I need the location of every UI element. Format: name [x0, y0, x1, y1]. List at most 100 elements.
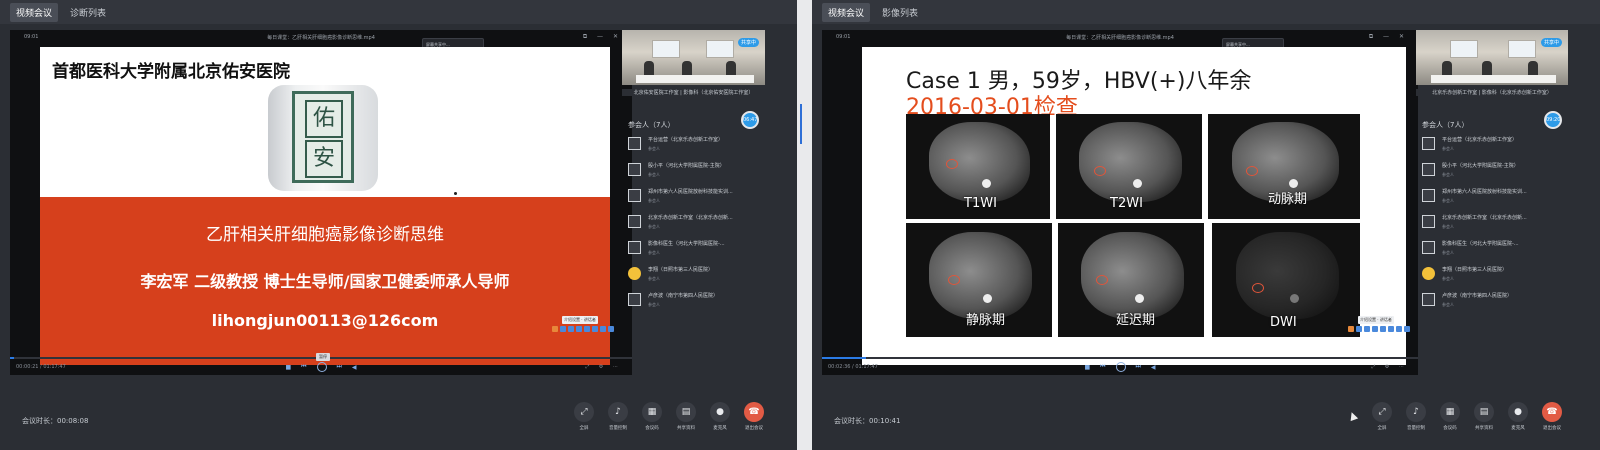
tool-icon[interactable]	[1404, 326, 1410, 332]
lesion-marker	[948, 275, 960, 285]
speaker-toolbar[interactable]	[552, 326, 614, 333]
tool-icon[interactable]	[1356, 326, 1362, 332]
participant-item[interactable]: 平台运营（北京乐赤创新工作室） 参会人	[626, 134, 765, 160]
leave-meeting-button[interactable]: ☎ 退出会议	[1540, 402, 1564, 431]
player-window-icons[interactable]: ⧉ — ✕	[1369, 33, 1408, 41]
avatar	[1422, 189, 1435, 202]
tool-icon[interactable]	[584, 326, 590, 332]
participant-item[interactable]: 平台运营（北京乐赤创新工作室） 参会人	[1420, 134, 1568, 160]
camera-window	[652, 40, 680, 58]
tool-icon[interactable]	[1364, 326, 1370, 332]
camera-feed[interactable]: 共享中 北京佑安医院工作室 | 影像科（北京佑安医院工作室）	[622, 30, 765, 96]
volume-button[interactable]: ♪ 音量控制	[1404, 402, 1428, 431]
fullscreen-button[interactable]: ⤢ 全屏	[1370, 402, 1394, 431]
tab-video-meeting[interactable]: 视频会议	[10, 2, 59, 22]
tool-icon[interactable]	[600, 326, 606, 332]
participant-item[interactable]: 影像科医生（河北大学附属医院-... 参会人	[1420, 238, 1568, 264]
avatar	[628, 163, 641, 176]
participant-item[interactable]: 郑州市第六人民医院放射科技能实训... 参会人	[626, 186, 765, 212]
meeting-toolbar: 会议时长：00:08:08 ⤢ 全屏 ♪ 音量控制 ▦ 会议码 ▤ 共享资料 ● 麦克风 …	[0, 388, 797, 450]
shared-screen-player[interactable]: 09:01 每日课堂：乙肝相关肝细胞癌影像诊断思维.mp4 ⧉ — ✕ 屏幕共享…	[10, 30, 632, 375]
slide-title: 乙肝相关肝细胞癌影像诊断思维	[206, 225, 444, 245]
stop-icon[interactable]: ■	[1084, 364, 1090, 371]
button-label: 共享资料	[677, 426, 695, 431]
participant-item[interactable]: 卢彦波（南宁市第四人民医院） 参会人	[626, 290, 765, 316]
share-material-button[interactable]: ▤ 共享资料	[1472, 402, 1496, 431]
volume-button[interactable]: ♪ 音量控制	[606, 402, 630, 431]
microphone-button[interactable]: ● 麦克风	[708, 402, 732, 431]
tool-icon[interactable]	[592, 326, 598, 332]
tab-diagnosis-list[interactable]: 诊断列表	[64, 3, 112, 22]
meeting-buttons: ⤢ 全屏 ♪ 音量控制 ▦ 会议码 ▤ 共享资料 ● 麦克风 ☎ 退出会议	[1370, 402, 1564, 431]
participant-item[interactable]: 殷小平（河北大学附属医院-主院） 参会人	[1420, 160, 1568, 186]
participant-name: 影像科医生（河北大学附属医院-...	[1442, 241, 1519, 247]
mri-scan: T1WI	[906, 114, 1050, 219]
fullscreen-button[interactable]: ⤢ 全屏	[572, 402, 596, 431]
tab-image-list[interactable]: 影像列表	[876, 3, 924, 22]
share-material-button[interactable]: ▤ 共享资料	[674, 402, 698, 431]
tool-icon[interactable]	[1388, 326, 1394, 332]
seal-char-1: 佑	[305, 100, 343, 138]
tool-icon[interactable]	[608, 326, 614, 332]
participant-item[interactable]: 北京乐赤创新工作室（北京乐赤创新... 参会人	[1420, 212, 1568, 238]
seal-inner: 佑 安	[292, 91, 354, 183]
button-label: 退出会议	[1543, 426, 1561, 431]
speaker-setting-label[interactable]: 介绍设置 · 讲话者	[562, 316, 598, 324]
player-extra-icons[interactable]: ⤢ ⚙ ⋯	[585, 364, 622, 370]
stop-icon[interactable]: ■	[285, 364, 291, 371]
participant-item[interactable]: 卢彦波（南宁市第四人民医院） 参会人	[1420, 290, 1568, 316]
participant-item[interactable]: 殷小平（河北大学附属医院-主院） 参会人	[626, 160, 765, 186]
microphone-button[interactable]: ● 麦克风	[1506, 402, 1530, 431]
camera-feed[interactable]: 共享中 北京乐赤创新工作室 | 影像科（北京乐赤创新工作室）	[1416, 30, 1568, 96]
participant-item[interactable]: 李翔（日照市第三人民医院） 参会人	[1420, 264, 1568, 290]
participant-item[interactable]: 李翔（日照市第三人民医院） 参会人	[626, 264, 765, 290]
tool-icon[interactable]	[576, 326, 582, 332]
participant-item[interactable]: 郑州市第六人民医院放射科技能实训... 参会人	[1420, 186, 1568, 212]
next-icon[interactable]: ⏭	[337, 363, 342, 371]
tab-video-meeting[interactable]: 视频会议	[822, 2, 871, 22]
participant-role: 参会人	[1442, 198, 1454, 203]
prev-icon[interactable]: ⏮	[301, 363, 306, 371]
participant-role: 参会人	[648, 224, 660, 229]
player-title: 每日课堂：乙肝相关肝细胞癌影像诊断思维.mp4	[1066, 35, 1174, 41]
time-badge: 09:20	[1544, 111, 1562, 129]
sharing-badge: 共享中	[737, 38, 759, 47]
tool-icon[interactable]	[552, 326, 558, 332]
play-pause-button[interactable]	[1115, 362, 1126, 372]
speaker-setting-label[interactable]: 介绍设置 · 讲话者	[1358, 316, 1394, 324]
camera-window	[706, 40, 734, 58]
meeting-code-button[interactable]: ▦ 会议码	[640, 402, 664, 431]
player-extra-icons[interactable]: ⤢ ⚙ ⋯	[1371, 364, 1408, 370]
microphone-icon: ●	[1508, 402, 1528, 422]
play-pause-button[interactable]	[316, 362, 327, 372]
participant-list: 平台运营（北京乐赤创新工作室） 参会人 殷小平（河北大学附属医院-主院） 参会人 郑…	[626, 134, 765, 316]
participant-panel: 共享中 北京佑安医院工作室 | 影像科（北京佑安医院工作室） 06:47 参会人…	[622, 30, 765, 330]
button-label: 全屏	[1377, 426, 1387, 431]
tool-icon[interactable]	[1380, 326, 1386, 332]
next-icon[interactable]: ⏭	[1136, 363, 1141, 371]
tool-icon[interactable]	[1372, 326, 1378, 332]
speaker-toolbar[interactable]	[1348, 326, 1410, 333]
hangup-icon: ☎	[744, 402, 764, 422]
tool-icon[interactable]	[1396, 326, 1402, 332]
player-window-icons[interactable]: ⧉ — ✕	[583, 33, 622, 41]
participant-item[interactable]: 北京乐赤创新工作室（北京乐赤创新... 参会人	[626, 212, 765, 238]
tool-icon[interactable]	[1348, 326, 1354, 332]
prev-icon[interactable]: ⏮	[1100, 363, 1105, 371]
participant-item[interactable]: 影像科医生（河北大学附属医院-... 参会人	[626, 238, 765, 264]
participant-name: 平台运营（北京乐赤创新工作室）	[1442, 137, 1518, 143]
leave-meeting-button[interactable]: ☎ 退出会议	[742, 402, 766, 431]
hangup-icon: ☎	[1542, 402, 1562, 422]
tool-icon[interactable]	[560, 326, 566, 332]
meeting-code-button[interactable]: ▦ 会议码	[1438, 402, 1462, 431]
panel-separator	[797, 0, 812, 450]
participant-role: 参会人	[1442, 250, 1454, 255]
volume-small-icon[interactable]: ◀	[352, 364, 357, 371]
tool-icon[interactable]	[568, 326, 574, 332]
presentation-slide: Case 1 男，59岁，HBV(+)八年余 2016-03-01检查 T1WI…	[862, 47, 1406, 365]
volume-small-icon[interactable]: ◀	[1151, 364, 1156, 371]
hospital-name: 首都医科大学附属北京佑安医院	[52, 62, 290, 82]
shared-screen-player[interactable]: 09:01 每日课堂：乙肝相关肝细胞癌影像诊断思维.mp4 ⧉ — ✕ 屏幕共享…	[822, 30, 1418, 375]
button-label: 音量控制	[609, 426, 627, 431]
participant-role: 参会人	[1442, 224, 1454, 229]
